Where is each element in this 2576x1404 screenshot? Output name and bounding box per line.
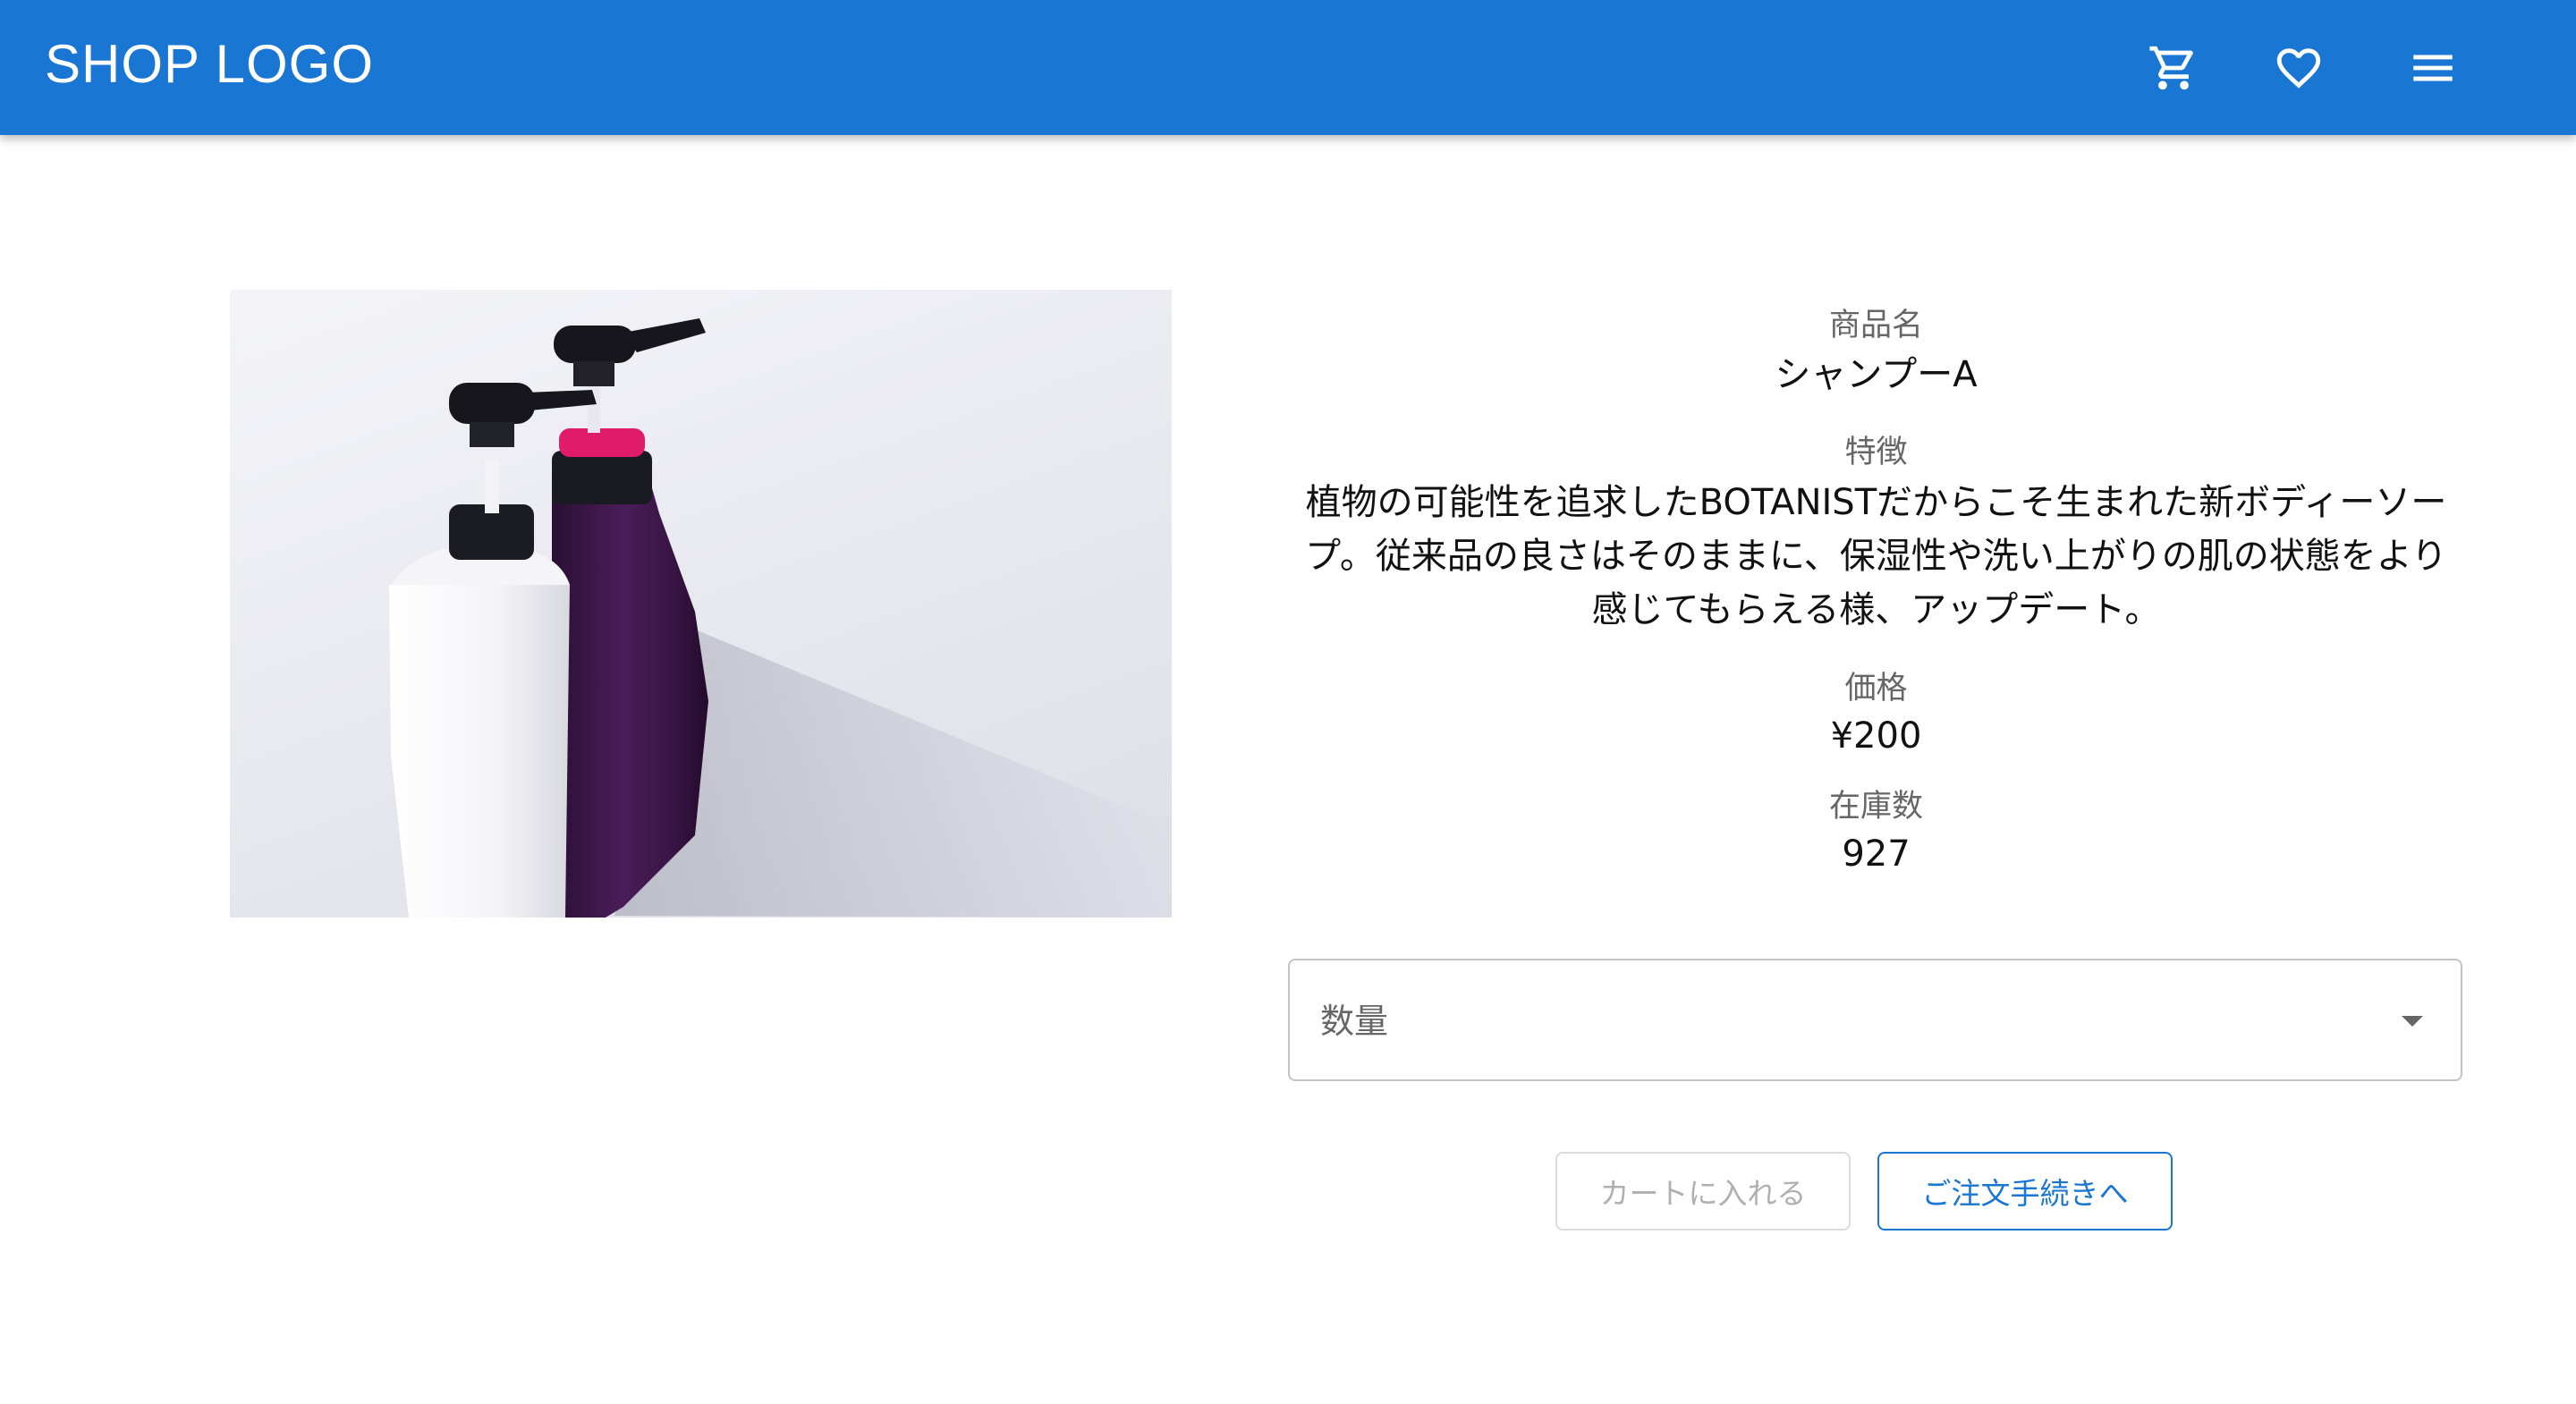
add-to-cart-button[interactable]: カートに入れる bbox=[1555, 1152, 1851, 1231]
stock-label: 在庫数 bbox=[1828, 789, 1923, 825]
product-name-label: 商品名 bbox=[1828, 308, 1923, 343]
menu-button[interactable] bbox=[2388, 23, 2478, 113]
feature-label: 特徴 bbox=[1844, 435, 1908, 470]
product-name: シャンプーA bbox=[1775, 354, 1978, 395]
stock-value: 927 bbox=[1842, 833, 1911, 875]
product-image bbox=[230, 290, 1172, 918]
price-label: 価格 bbox=[1844, 671, 1908, 706]
heart-icon bbox=[2276, 48, 2321, 89]
feature-text: 植物の可能性を追求したBOTANISTだからこそ生まれた新ボディーソープ。従来品… bbox=[1305, 482, 2447, 630]
quantity-select[interactable]: 数量 bbox=[1288, 959, 2462, 1081]
checkout-button[interactable]: ご注文手続きへ bbox=[1877, 1152, 2173, 1231]
product-details: 商品名 シャンプーA 特徴 植物の可能性を追求したBOTANISTだからこそ生ま… bbox=[1288, 304, 2464, 880]
dropdown-arrow-icon bbox=[2402, 1016, 2423, 1027]
favorites-button[interactable] bbox=[2254, 23, 2343, 113]
quantity-select-label: 数量 bbox=[1320, 1002, 1389, 1041]
price-value: ¥200 bbox=[1830, 715, 1922, 757]
cart-icon bbox=[2149, 46, 2193, 90]
menu-icon bbox=[2413, 55, 2453, 81]
shop-logo[interactable]: SHOP LOGO bbox=[45, 32, 374, 97]
cart-button[interactable] bbox=[2129, 23, 2218, 113]
app-bar: SHOP LOGO bbox=[0, 0, 2576, 135]
